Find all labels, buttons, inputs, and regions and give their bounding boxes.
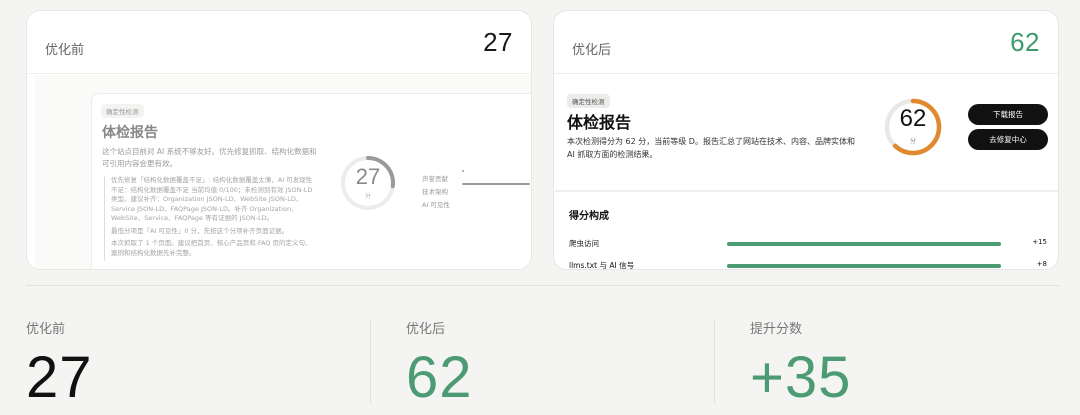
before-card-label: 优化前 <box>45 43 85 58</box>
before-gauge-value: 27 <box>355 164 381 189</box>
before-metric-row: 技术架构 <box>422 179 531 196</box>
summary-before-label: 优化前 <box>26 322 66 337</box>
before-card-score: 27 <box>483 27 513 57</box>
summary-before: 优化前 27 <box>26 318 93 410</box>
breakdown-row: 爬虫访问 +15 <box>569 238 1047 252</box>
download-report-button[interactable]: 下载报告 <box>968 104 1048 125</box>
before-preview: 确定性检测 体检报告 这个站点目前对 AI 系统不够友好。优先修复抓取、结构化数… <box>35 75 531 269</box>
breakdown-fill <box>727 264 1001 268</box>
summary-gain-label: 提升分数 <box>750 322 803 337</box>
summary-after: 优化后 62 <box>406 318 473 410</box>
breakdown-value: +8 <box>1036 260 1047 268</box>
before-metric-bar <box>462 170 464 172</box>
before-badge: 确定性检测 <box>101 104 144 118</box>
after-card-header: 优化后 62 <box>554 11 1058 74</box>
before-report-description: 这个站点目前对 AI 系统不够友好。优先修复抓取、结构化数据和可引用内容会更有效… <box>102 147 317 168</box>
breakdown-label: llms.txt 与 AI 信号 <box>569 261 635 270</box>
breakdown-track <box>727 242 1001 246</box>
before-card: 优化前 27 确定性检测 体检报告 这个站点目前对 AI 系统不够友好。优先修复… <box>26 10 532 270</box>
summary-gain-value: +35 <box>750 345 852 410</box>
breakdown-fill <box>727 242 1001 246</box>
section-divider <box>26 285 1060 286</box>
before-card-header: 优化前 27 <box>27 11 531 74</box>
before-note: 优先修复「结构化数据覆盖不足」: 结构化数据覆盖太薄，AI 可发现性不足：结构化… <box>111 176 313 222</box>
before-gauge-unit: 分 <box>364 193 371 200</box>
breakdown-value: +15 <box>1032 238 1047 246</box>
breakdown-label: 爬虫访问 <box>569 239 599 248</box>
summary-gain: 提升分数 +35 <box>750 318 852 410</box>
after-report-title: 体检报告 <box>567 113 632 132</box>
before-report-panel: 确定性检测 体检报告 这个站点目前对 AI 系统不够友好。优先修复抓取、结构化数… <box>91 93 531 269</box>
before-metric-label: AI 可见性 <box>422 201 450 209</box>
go-to-fix-center-button[interactable]: 去修复中心 <box>968 129 1048 150</box>
after-card-label: 优化后 <box>572 43 612 58</box>
breakdown-title: 得分构成 <box>569 211 609 222</box>
before-notes-list: 优先修复「结构化数据覆盖不足」: 结构化数据覆盖太薄，AI 可发现性不足：结构化… <box>104 176 314 261</box>
after-badge: 确定性检测 <box>567 94 610 108</box>
after-card: 优化后 62 确定性检测 体检报告 本次检测得分为 62 分，当前等级 D。报告… <box>553 10 1059 270</box>
after-gauge-unit: 分 <box>909 138 916 145</box>
before-metrics: 声誉贡献 技术架构 AI 可见性 <box>422 166 531 209</box>
after-report-panel: 确定性检测 体检报告 本次检测得分为 62 分，当前等级 D。报告汇总了网站在技… <box>555 75 1058 191</box>
before-metric-bar <box>462 183 530 185</box>
breakdown-row: llms.txt 与 AI 信号 +8 <box>569 260 1047 270</box>
summary-after-value: 62 <box>406 345 473 410</box>
before-note: 最低分项是「AI 可见性」0 分，先按这个分项补齐页面证据。 <box>111 226 289 235</box>
before-metric-row: 声誉贡献 <box>422 166 531 183</box>
summary-divider <box>370 320 371 404</box>
breakdown-track <box>727 264 1001 268</box>
score-breakdown: 得分构成 爬虫访问 +15 llms.txt 与 AI 信号 +8 <box>555 192 1058 270</box>
summary-after-label: 优化后 <box>406 322 446 337</box>
after-card-score: 62 <box>1010 27 1040 57</box>
before-note: 本次抓取了 1 个页面。建议把首页、核心产品页和 FAQ 页的定义句、案例和结构… <box>111 239 312 257</box>
summary-before-value: 27 <box>26 345 93 410</box>
summary-divider <box>714 320 715 404</box>
before-report-title: 体检报告 <box>102 125 158 141</box>
after-gauge-value: 62 <box>899 105 927 132</box>
before-metric-row: AI 可见性 <box>422 192 531 209</box>
after-report-description: 本次检测得分为 62 分，当前等级 D。报告汇总了网站在技术、内容、品牌实体和 … <box>567 137 855 159</box>
